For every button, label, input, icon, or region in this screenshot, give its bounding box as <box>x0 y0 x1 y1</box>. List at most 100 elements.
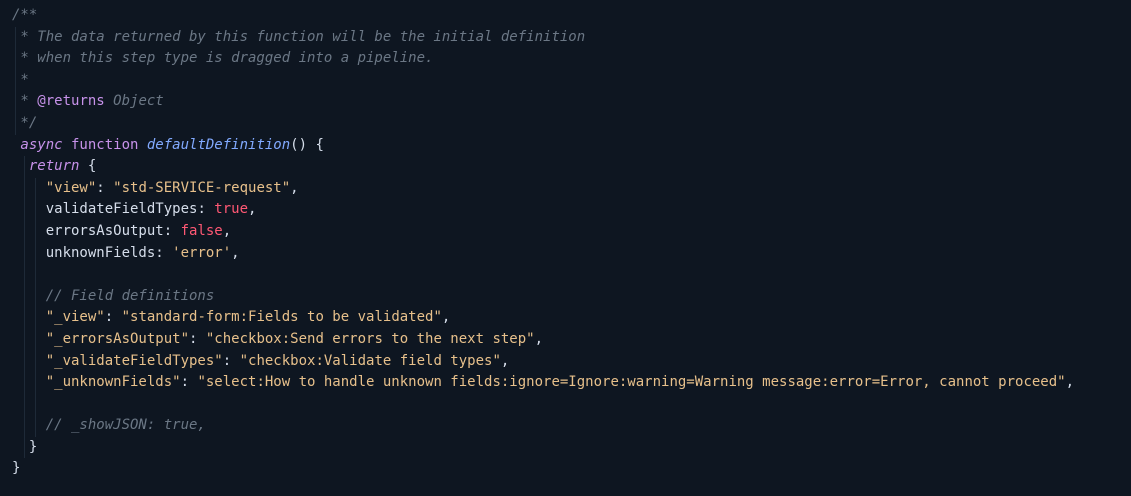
indent-guide <box>15 112 16 135</box>
code-token: , <box>500 352 510 369</box>
code-token: function <box>62 136 147 153</box>
code-token: @returns <box>37 93 105 110</box>
code-line: */ <box>0 112 1131 135</box>
code-line: } <box>0 436 1131 459</box>
code-token: defaultDefinition <box>146 136 291 153</box>
indent-guide <box>24 436 25 459</box>
indent-guide <box>24 350 25 373</box>
code-line: * <box>0 69 1131 92</box>
code-token: * The data returned by this function wil… <box>12 28 586 45</box>
code-token: * when this step type is dragged into a … <box>12 50 434 67</box>
code-token: { <box>79 158 97 175</box>
code-token: "_view" <box>45 309 105 326</box>
code-token: "_unknownFields" <box>45 374 181 391</box>
indent-guide <box>24 199 25 221</box>
indent-guide <box>35 415 36 437</box>
code-line: "_validateFieldTypes": "checkbox:Validat… <box>0 350 1131 373</box>
code-token: , <box>534 330 544 347</box>
indent-guide <box>35 350 36 373</box>
code-token: // _showJSON: true, <box>45 417 206 434</box>
code-token: 'error' <box>172 244 232 261</box>
indent-guide <box>35 307 36 329</box>
code-token: : <box>163 222 181 239</box>
indent-guide <box>35 220 36 243</box>
code-line: // _showJSON: true, <box>0 415 1131 437</box>
code-token: // Field definitions <box>45 287 215 304</box>
indent-guide <box>35 372 36 394</box>
code-token: : <box>197 201 215 218</box>
indent-guide <box>24 285 25 308</box>
code-token: , <box>1065 374 1075 391</box>
code-token: return <box>12 158 80 175</box>
code-line: } <box>0 458 1131 480</box>
indent-guide <box>24 242 25 265</box>
code-line <box>0 264 1131 286</box>
indent-guide <box>15 69 16 92</box>
code-token: () { <box>290 136 324 153</box>
indent-guide <box>35 285 36 308</box>
code-token: , <box>290 179 299 196</box>
code-token: "checkbox:Validate field types" <box>239 352 501 369</box>
code-token: Object <box>104 93 164 110</box>
code-line: * when this step type is dragged into a … <box>0 48 1131 70</box>
code-token: async <box>12 136 63 153</box>
code-token: "_validateFieldTypes" <box>45 352 223 369</box>
code-token: } <box>12 460 21 477</box>
code-token: , <box>248 201 257 218</box>
indent-guide <box>35 199 36 221</box>
code-token: true <box>214 201 249 218</box>
code-token: , <box>441 309 451 326</box>
code-line: return { <box>0 156 1131 178</box>
code-token: : <box>189 330 206 347</box>
code-token: unknownFields <box>12 244 156 261</box>
code-line: async function defaultDefinition() { <box>0 135 1131 157</box>
code-line: unknownFields: 'error', <box>0 242 1131 265</box>
indent-guide <box>35 328 36 351</box>
code-line: "_unknownFields": "select:How to handle … <box>0 372 1131 394</box>
indent-guide <box>24 264 25 286</box>
indent-guide <box>35 393 36 416</box>
code-token: , <box>231 244 240 261</box>
indent-guide <box>35 242 36 265</box>
code-line: errorsAsOutput: false, <box>0 220 1131 243</box>
indent-guide <box>24 156 25 178</box>
indent-guide <box>15 91 16 113</box>
code-token: : <box>104 309 122 326</box>
indent-guide <box>24 372 25 394</box>
code-line: * @returns Object <box>0 91 1131 113</box>
code-token: validateFieldTypes <box>12 201 198 218</box>
code-token: : <box>96 179 114 196</box>
code-token: "select:How to handle unknown fields:ign… <box>197 374 1066 391</box>
code-token: , <box>222 222 232 239</box>
code-line: // Field definitions <box>0 285 1131 308</box>
code-token: "standard-form:Fields to be validated" <box>121 309 442 326</box>
code-editor[interactable]: /** * The data returned by this function… <box>0 0 1131 496</box>
code-line: /** <box>0 5 1131 27</box>
code-line: "_view": "standard-form:Fields to be val… <box>0 307 1131 329</box>
code-token: "view" <box>45 179 97 196</box>
indent-guide <box>35 177 36 200</box>
indent-guide <box>15 26 16 49</box>
code-line: "_errorsAsOutput": "checkbox:Send errors… <box>0 328 1131 351</box>
indent-guide <box>15 48 16 70</box>
code-token: false <box>180 222 223 239</box>
code-token: : <box>180 374 198 391</box>
code-token: "std-SERVICE-request" <box>113 179 291 196</box>
code-token: /** <box>12 7 38 23</box>
indent-guide <box>24 177 25 200</box>
indent-guide <box>24 220 25 243</box>
code-line: validateFieldTypes: true, <box>0 199 1131 221</box>
indent-guide <box>24 328 25 351</box>
code-token: : <box>222 352 240 369</box>
code-line <box>0 393 1131 416</box>
indent-guide <box>24 415 25 437</box>
indent-guide <box>24 307 25 329</box>
indent-guide <box>24 393 25 416</box>
